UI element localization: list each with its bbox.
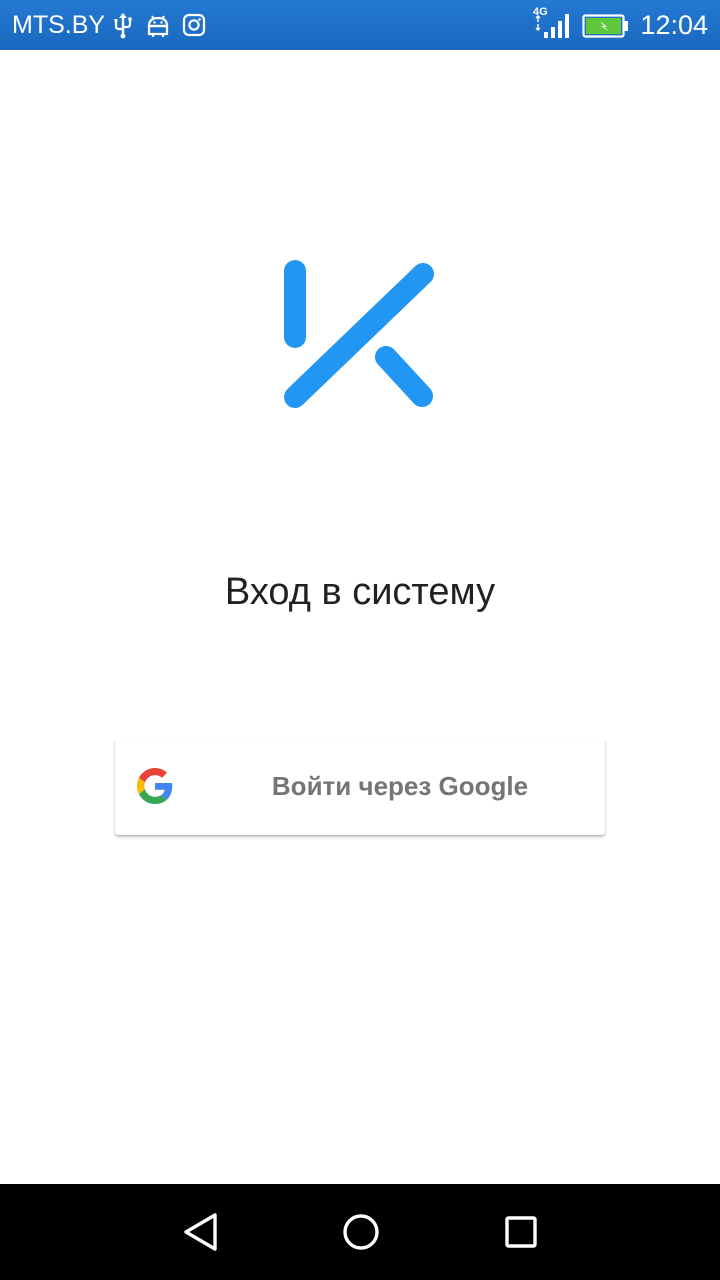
instagram-icon	[181, 11, 207, 39]
app-logo	[279, 259, 439, 415]
page-title: Вход в систему	[224, 571, 496, 613]
battery-charging-icon	[582, 13, 630, 41]
carrier-name: MTS.BY	[12, 11, 106, 39]
android-debug-icon	[145, 11, 171, 39]
navigation-bar	[0, 1184, 720, 1280]
recents-icon[interactable]	[491, 1202, 551, 1262]
google-sign-in-button[interactable]: Войти через Google	[115, 738, 605, 835]
usb-icon	[110, 11, 136, 39]
clock: 12:04	[640, 10, 708, 40]
google-logo-icon	[137, 768, 173, 804]
signal-icon	[534, 12, 574, 40]
status-bar: MTS.BY 4G 12:04	[0, 0, 720, 50]
home-icon[interactable]	[331, 1202, 391, 1262]
back-icon[interactable]	[171, 1202, 231, 1262]
google-sign-in-label: Войти через Google	[271, 771, 529, 801]
